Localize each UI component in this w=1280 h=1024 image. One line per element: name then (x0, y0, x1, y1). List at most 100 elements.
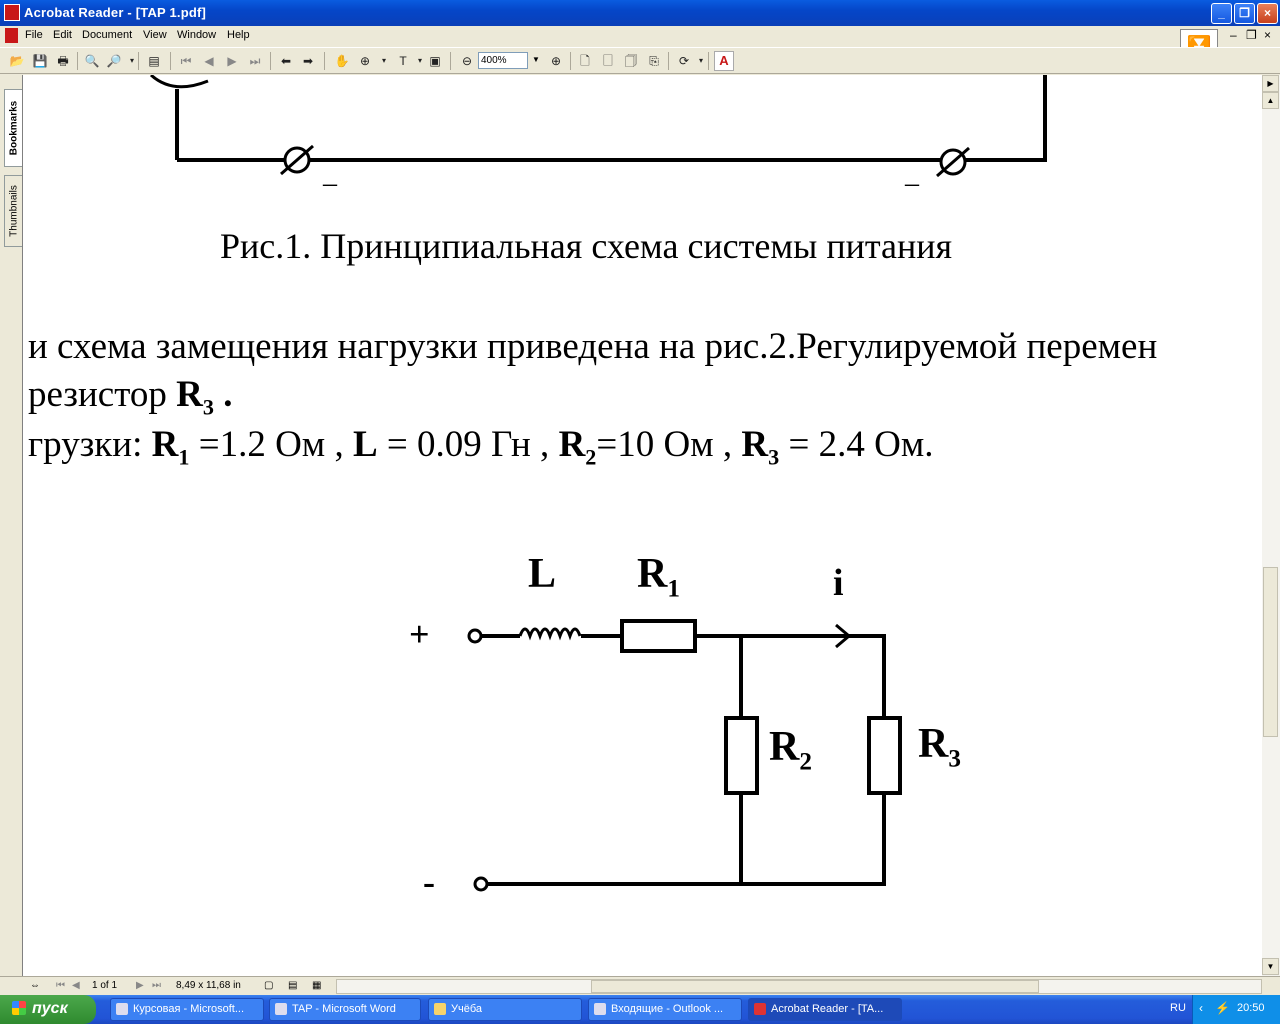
r1-value: =1.2 Ом , (189, 424, 353, 465)
tab-bookmarks[interactable]: Bookmarks (4, 89, 22, 167)
zoom-input[interactable]: 400% (478, 52, 528, 69)
next-page-icon[interactable]: ▶ (224, 53, 240, 69)
snapshot-tool-icon[interactable]: ▣ (427, 53, 443, 69)
fig2-label-R3: R3 (918, 720, 961, 773)
document-icon[interactable] (5, 28, 18, 43)
task-outlook[interactable]: Входящие - Outlook ... (588, 998, 742, 1021)
rotate-dropdown-icon[interactable]: ▾ (693, 53, 709, 69)
zoom-dropdown-icon[interactable]: ▼ (529, 52, 543, 69)
go-forward-icon[interactable]: ➡ (300, 53, 316, 69)
tab-thumbnails[interactable]: Thumbnails (4, 175, 22, 247)
text-select-tool-icon[interactable]: T (395, 53, 411, 69)
r3-value: = 2.4 Ом. (779, 424, 934, 465)
menu-edit[interactable]: Edit (53, 29, 72, 41)
toolbar-separator (77, 52, 78, 70)
doc-close-button[interactable]: × (1264, 28, 1271, 42)
actual-size-icon[interactable]: 🗋 (577, 53, 593, 69)
status-next-page-icon[interactable]: ▶ (136, 980, 144, 991)
windows-logo-icon (12, 1001, 26, 1015)
doc-minimize-button[interactable]: – (1230, 28, 1237, 42)
page-indicator[interactable]: 1 of 1 (92, 980, 117, 991)
r3-subscript: 3 (202, 394, 214, 420)
body-line-3: грузки: R1 =1.2 Ом , L = 0.09 Гн , R2=10… (28, 423, 934, 470)
scroll-right-arrow-icon[interactable]: ▶ (1262, 75, 1279, 92)
save-icon[interactable]: 💾 (32, 53, 48, 69)
adobe-logo-icon[interactable]: A (714, 51, 734, 71)
go-back-icon[interactable]: ⬅ (278, 53, 294, 69)
continuous-icon[interactable]: ▤ (288, 980, 297, 991)
status-first-page-icon[interactable]: ⏮ (56, 980, 65, 991)
doc-restore-button[interactable]: ❐ (1246, 28, 1257, 42)
minimize-button[interactable]: _ (1211, 3, 1232, 24)
last-page-icon[interactable]: ⏭ (247, 53, 263, 69)
menu-window[interactable]: Window (177, 29, 216, 41)
menu-help[interactable]: Help (227, 29, 250, 41)
r2-symbol: R (558, 424, 586, 465)
vertical-scrollbar[interactable]: ▶ ▲ ▼ (1262, 75, 1280, 976)
fig2-R2-letter: R (769, 724, 800, 770)
task-acrobat-reader[interactable]: Acrobat Reader - [TA... (748, 998, 902, 1021)
l-symbol: L (352, 424, 378, 465)
status-last-page-icon[interactable]: ⏭ (152, 980, 161, 991)
text-select-dropdown-icon[interactable]: ▾ (412, 53, 428, 69)
toolbar-separator (170, 52, 171, 70)
fig2-label-i: i (833, 562, 844, 604)
menu-bar: File Edit Document View Window Help – ❐ … (0, 26, 1280, 46)
task-kursovaya-word[interactable]: Курсовая - Microsoft... (110, 998, 264, 1021)
scroll-down-arrow-icon[interactable]: ▼ (1262, 958, 1279, 975)
task-label: Acrobat Reader - [TA... (771, 1003, 884, 1015)
scroll-up-arrow-icon[interactable]: ▲ (1262, 92, 1279, 109)
previous-page-icon[interactable]: ◀ (201, 53, 217, 69)
tab-thumbnails-label: Thumbnails (8, 185, 19, 237)
fig2-R3-letter: R (918, 721, 949, 767)
nav-pane-toggle-icon[interactable]: ⇔ (30, 980, 40, 991)
clock[interactable]: 20:50 (1237, 1002, 1265, 1014)
folder-icon (434, 1003, 446, 1015)
tray-expand-icon[interactable]: ‹ (1199, 1001, 1203, 1015)
print-icon[interactable]: 🖶 (55, 53, 71, 69)
menu-document[interactable]: Document (82, 29, 132, 41)
reflow-icon[interactable]: ⎘ (646, 53, 662, 69)
start-button[interactable]: пуск (0, 995, 96, 1024)
toolbar: 📂 💾 🖶 🔍 🔎 ▾ ▤ ⏮ ◀ ▶ ⏭ ⬅ ➡ ✋ ⊕ ▾ T ▾ ▣ ⊖ … (0, 47, 1280, 74)
horizontal-scroll-thumb[interactable] (591, 980, 1039, 993)
find-icon[interactable]: 🔍 (84, 53, 100, 69)
fit-width-icon[interactable]: 🗍 (623, 53, 639, 69)
document-drawing (149, 75, 1047, 892)
tray-app-icon[interactable]: ⚡ (1215, 1001, 1230, 1015)
task-ucheba-folder[interactable]: Учёба (428, 998, 582, 1021)
fig2-R1-sub: 1 (667, 575, 680, 603)
single-page-icon[interactable]: ▢ (264, 980, 273, 991)
zoom-out-icon[interactable]: ⊖ (459, 53, 475, 69)
hand-tool-icon[interactable]: ✋ (334, 53, 350, 69)
acrobat-app-icon[interactable] (4, 4, 20, 21)
fit-page-icon[interactable]: 🗌 (600, 53, 616, 69)
r2-value: =10 Ом , (596, 424, 742, 465)
status-previous-page-icon[interactable]: ◀ (72, 980, 80, 991)
task-tap-word[interactable]: TAP - Microsoft Word (269, 998, 421, 1021)
open-icon[interactable]: 📂 (9, 53, 25, 69)
search-icon[interactable]: 🔎 (106, 53, 122, 69)
restore-button[interactable]: ❐ (1234, 3, 1255, 24)
task-label: Учёба (451, 1003, 483, 1015)
vertical-scroll-thumb[interactable] (1263, 567, 1278, 737)
continuous-facing-icon[interactable]: ▦ (312, 980, 321, 991)
task-label: Входящие - Outlook ... (611, 1003, 724, 1015)
document-view[interactable]: – – Рис.1. Принципиальная схема системы … (22, 75, 1263, 976)
zoom-tool-icon[interactable]: ⊕ (357, 53, 373, 69)
horizontal-scrollbar[interactable] (336, 979, 1262, 994)
close-button[interactable]: × (1257, 3, 1278, 24)
toolbar-separator (570, 52, 571, 70)
figure2-circuit (467, 619, 902, 892)
zoom-tool-dropdown-icon[interactable]: ▾ (376, 53, 392, 69)
first-page-icon[interactable]: ⏮ (178, 53, 194, 69)
show-hide-navigation-icon[interactable]: ▤ (146, 53, 162, 69)
r1-symbol: R (151, 424, 179, 465)
menu-view[interactable]: View (143, 29, 167, 41)
zoom-in-icon[interactable]: ⊕ (548, 53, 564, 69)
rotate-view-icon[interactable]: ⟳ (676, 53, 692, 69)
menu-file[interactable]: File (25, 29, 43, 41)
language-indicator[interactable]: RU (1170, 1002, 1186, 1014)
toolbar-separator (450, 52, 451, 70)
word-icon (116, 1003, 128, 1015)
